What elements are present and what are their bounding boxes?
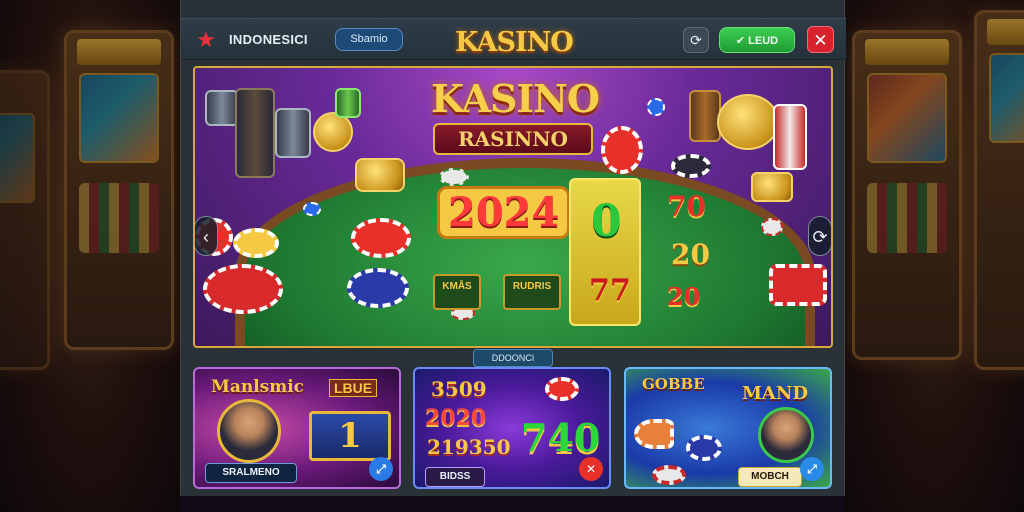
small-chip-decoration — [652, 465, 686, 485]
card-number: 219350 — [427, 435, 511, 459]
top-bar: ★ INDONESICI Sbamio KASINO ⟳ ✔ LEUD ✕ — [181, 18, 846, 60]
chip-cup-decoration — [773, 104, 807, 170]
card-title-secondary: MAND — [742, 383, 808, 404]
blue-chip-decoration — [686, 435, 722, 461]
small-chip-decoration — [439, 168, 469, 186]
gold-bar-decoration — [751, 172, 793, 202]
star-icon: ★ — [196, 27, 216, 52]
game-card[interactable]: 3509 2020 219350 740 BIDSS ✕ — [413, 367, 611, 489]
mini-game-card[interactable]: RUDRIS — [503, 274, 561, 310]
prize-box: 1 — [309, 411, 391, 461]
card-name-plate: BIDSS — [425, 467, 485, 487]
chip-cup-decoration — [335, 88, 361, 118]
close-icon[interactable]: ✕ — [579, 457, 603, 481]
backdrop-dim — [0, 0, 180, 512]
hero-main-number: 2024 — [437, 186, 571, 239]
chip-cup-decoration — [235, 88, 275, 178]
side-number: 70 — [667, 190, 706, 223]
mini-game-card[interactable]: KMÅS — [433, 274, 481, 310]
card-number: 3509 — [431, 377, 487, 401]
avatar — [758, 407, 814, 463]
chevron-left-icon[interactable]: ‹ — [195, 216, 218, 256]
dark-chip-decoration — [671, 154, 711, 178]
small-chip-decoration — [761, 218, 783, 236]
card-big-number: 740 — [521, 415, 601, 460]
arcade-backdrop-right — [844, 0, 1024, 512]
card-title: GOBBE — [642, 375, 705, 393]
gold-bar-decoration — [355, 158, 405, 192]
game-card[interactable]: Manlsmic LBUE 1 SRALMENO ⤢ — [193, 367, 401, 489]
red-chip-decoration — [601, 126, 643, 174]
chip-cup-decoration — [275, 108, 311, 158]
red-chip-decoration — [351, 218, 411, 258]
chip-cup-decoration — [205, 90, 239, 126]
card-badge: LBUE — [329, 379, 378, 397]
check-icon: ✔ — [735, 35, 749, 47]
reel-number-top: 0 — [591, 196, 622, 247]
chip-cup-decoration — [689, 90, 721, 142]
casino-app-window: ★ INDONESICI Sbamio KASINO ⟳ ✔ LEUD ✕ KA… — [180, 0, 846, 496]
backdrop-dim — [844, 0, 1024, 512]
small-chip-decoration — [647, 98, 665, 116]
side-number: 20 — [671, 238, 710, 271]
small-chip-decoration — [303, 202, 321, 216]
horn-decoration — [634, 419, 674, 449]
red-chip-decoration — [545, 377, 579, 401]
red-chip-stack-decoration — [203, 264, 283, 314]
close-icon[interactable]: ✕ — [807, 26, 834, 53]
login-label: LEUD — [748, 35, 779, 47]
arcade-backdrop-left — [0, 0, 180, 512]
brand-name: INDONESICI — [229, 32, 308, 47]
card-number: 2020 — [425, 405, 487, 431]
hero-banner[interactable]: KASINO RASINNO 2024 0 77 70 20 20 KMÅS R… — [193, 66, 833, 348]
hero-title: KASINO — [430, 76, 600, 121]
refresh-icon[interactable]: ⟳ — [683, 27, 709, 53]
app-logo: KASINO — [455, 27, 574, 58]
login-button[interactable]: ✔ LEUD — [719, 27, 795, 53]
section-label: DDOONCI — [473, 349, 553, 367]
game-card[interactable]: GOBBE MAND MOBCH ⤢ — [624, 367, 832, 489]
side-number: 20 — [667, 282, 701, 311]
expand-icon[interactable]: ⤢ — [800, 457, 824, 481]
blue-chip-decoration — [347, 268, 409, 308]
reel-number-bottom: 77 — [589, 273, 631, 308]
card-title: Manlsmic — [211, 377, 305, 397]
expand-icon[interactable]: ⤢ — [369, 457, 393, 481]
chevron-right-icon[interactable]: ⟳ — [808, 216, 831, 256]
avatar — [217, 399, 281, 463]
gold-coin-stack-decoration — [717, 94, 779, 150]
card-name-plate: SRALMENO — [205, 463, 297, 483]
hero-subtitle: RASINNO — [433, 123, 593, 155]
balance-button[interactable]: Sbamio — [335, 28, 403, 51]
gold-chip-decoration — [233, 228, 279, 258]
gold-coin-decoration — [313, 112, 353, 152]
red-chip-stack-decoration — [769, 264, 827, 306]
card-name-plate: MOBCH — [738, 467, 802, 487]
